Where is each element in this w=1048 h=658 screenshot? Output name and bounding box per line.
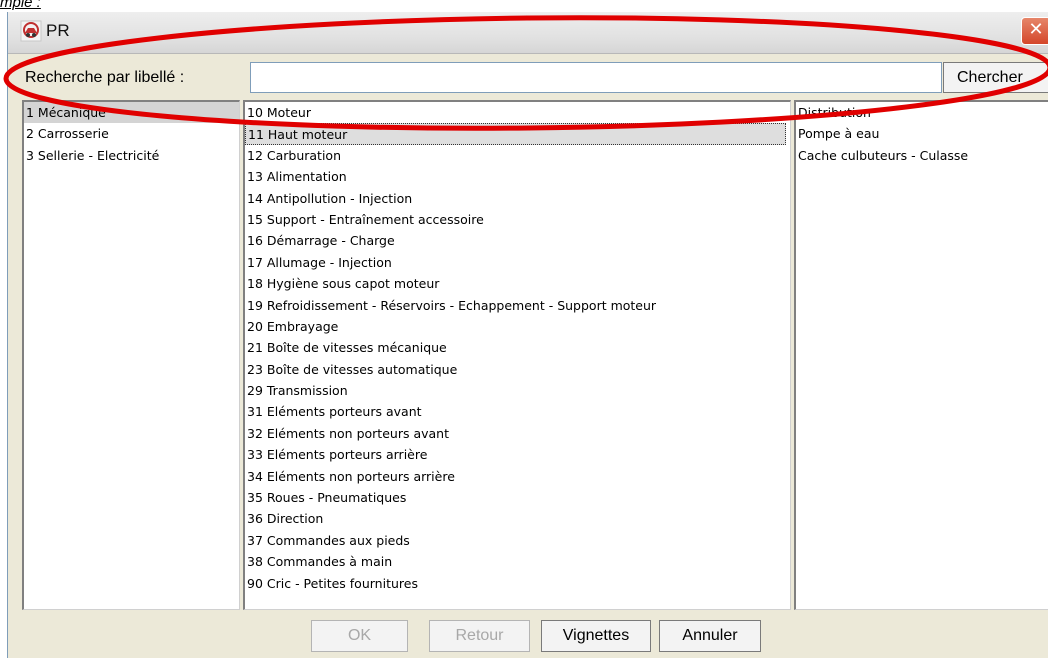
list-item[interactable]: 32 Eléments non porteurs avant (245, 423, 790, 444)
list-item[interactable]: 11 Haut moteur (245, 123, 786, 145)
list-item[interactable]: 1 Mécanique (24, 102, 239, 124)
detail-list[interactable]: Distribution Pompe à eau Cache culbuteur… (794, 100, 1048, 610)
list-item[interactable]: 37 Commandes aux pieds (245, 530, 790, 551)
list-item[interactable]: 29 Transmission (245, 380, 790, 401)
list-item[interactable]: 17 Allumage - Injection (245, 252, 790, 273)
pr-dialog-window: PR ✕ Recherche par libellé : Chercher 1 … (7, 12, 1048, 658)
window-title: PR (46, 21, 70, 40)
close-icon[interactable]: ✕ (1021, 17, 1048, 45)
car-app-icon (20, 20, 42, 42)
list-item[interactable]: 23 Boîte de vitesses automatique (245, 359, 790, 380)
list-item[interactable]: 38 Commandes à main (245, 551, 790, 572)
list-item[interactable]: 16 Démarrage - Charge (245, 230, 790, 251)
search-input[interactable] (250, 62, 942, 93)
category-list[interactable]: 1 Mécanique 2 Carrosserie 3 Sellerie - E… (22, 100, 240, 610)
list-item[interactable]: 34 Eléments non porteurs arrière (245, 466, 790, 487)
ok-button[interactable]: OK (311, 620, 408, 652)
list-item[interactable]: 3 Sellerie - Electricité (24, 145, 239, 166)
list-item[interactable]: Cache culbuteurs - Culasse (796, 145, 1048, 166)
list-item[interactable]: 12 Carburation (245, 145, 790, 166)
list-item[interactable]: 33 Eléments porteurs arrière (245, 444, 790, 465)
title-bar[interactable]: PR ✕ (8, 12, 1048, 54)
list-item[interactable]: 13 Alimentation (245, 166, 790, 187)
list-item[interactable]: 31 Eléments porteurs avant (245, 401, 790, 422)
subcategory-list[interactable]: 10 Moteur 11 Haut moteur 12 Carburation … (243, 100, 791, 610)
list-item[interactable]: 2 Carrosserie (24, 123, 239, 144)
list-item[interactable]: 35 Roues - Pneumatiques (245, 487, 790, 508)
document-caption: mple : (0, 0, 41, 11)
list-item[interactable]: Distribution (796, 102, 1048, 123)
list-item[interactable]: 20 Embrayage (245, 316, 790, 337)
list-item[interactable]: Pompe à eau (796, 123, 1048, 144)
search-button[interactable]: Chercher (943, 62, 1048, 93)
list-item[interactable]: 18 Hygiène sous capot moteur (245, 273, 790, 294)
list-item[interactable]: 15 Support - Entraînement accessoire (245, 209, 790, 230)
retour-button[interactable]: Retour (429, 620, 530, 652)
list-item[interactable]: 21 Boîte de vitesses mécanique (245, 337, 790, 358)
annuler-button[interactable]: Annuler (659, 620, 761, 652)
vignettes-button[interactable]: Vignettes (541, 620, 651, 652)
list-item[interactable]: 90 Cric - Petites fournitures (245, 573, 790, 594)
list-item[interactable]: 36 Direction (245, 508, 790, 529)
list-item[interactable]: 19 Refroidissement - Réservoirs - Echapp… (245, 295, 790, 316)
list-item[interactable]: 14 Antipollution - Injection (245, 188, 790, 209)
list-item[interactable]: 10 Moteur (245, 102, 790, 123)
search-label: Recherche par libellé : (25, 69, 185, 86)
